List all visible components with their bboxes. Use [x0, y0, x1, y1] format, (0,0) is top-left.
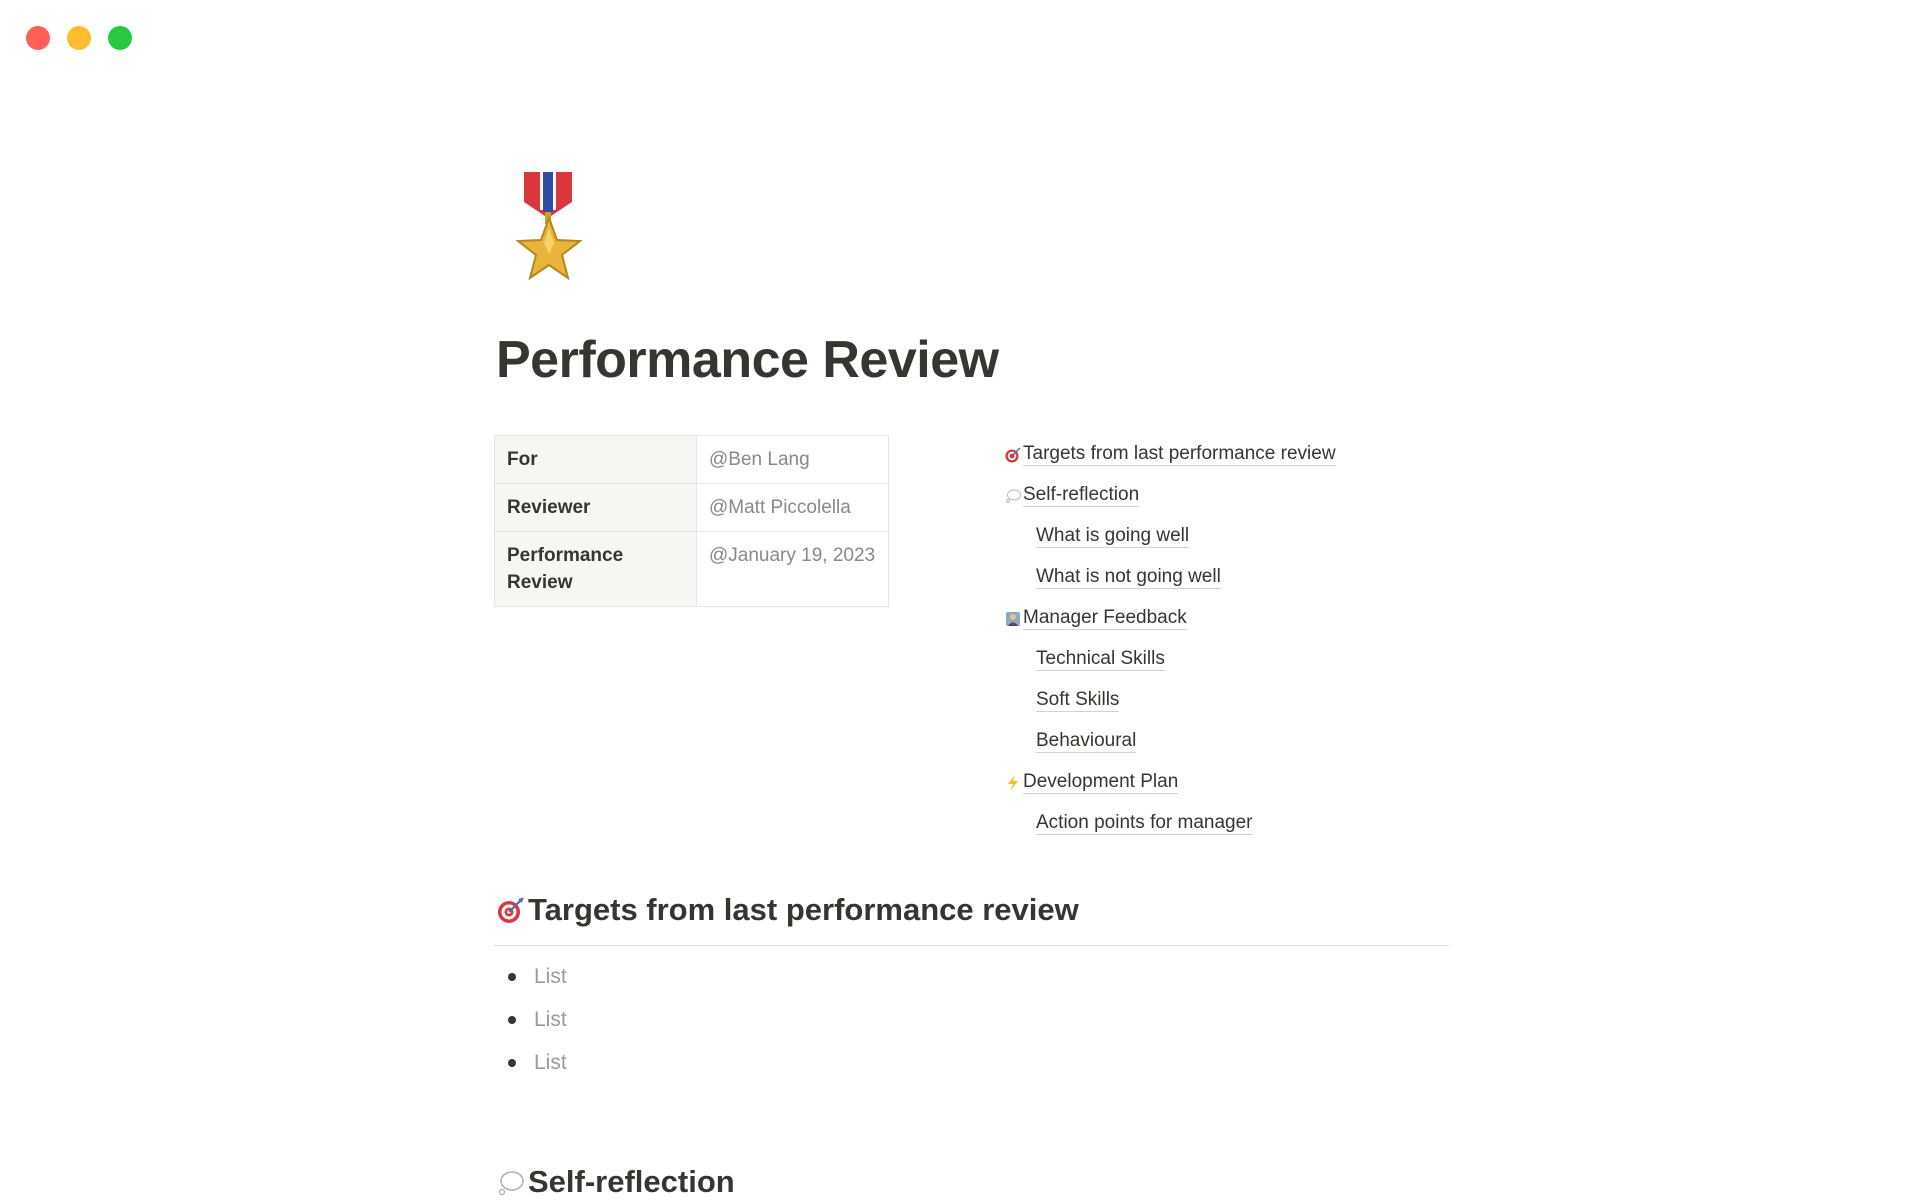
property-value[interactable]: @January 19, 2023 — [696, 531, 889, 607]
bullet-dot — [508, 1058, 516, 1067]
property-row[interactable]: Performance Review @January 19, 2023 — [494, 531, 889, 607]
section-heading-text: Targets from last performance review — [528, 892, 1079, 927]
toc-item-targets[interactable]: Targets from last performance review — [1004, 434, 1444, 475]
property-row[interactable]: Reviewer @Matt Piccolella — [494, 483, 889, 532]
bullet-dot — [508, 972, 516, 981]
property-value[interactable]: @Matt Piccolella — [696, 483, 889, 532]
section-heading-text: Self-reflection — [528, 1164, 735, 1199]
list-item[interactable]: List — [494, 998, 567, 1041]
section-heading-targets[interactable]: Targets from last performance review — [494, 888, 1449, 932]
section-heading-self-reflection[interactable]: Self-reflection — [494, 1160, 1449, 1204]
property-key: Reviewer — [494, 483, 697, 532]
minimize-window-button[interactable] — [67, 26, 91, 50]
toc-item-technical-skills[interactable]: Technical Skills — [1004, 639, 1444, 680]
properties-table: For @Ben Lang Reviewer @Matt Piccolella … — [494, 435, 889, 607]
toc-item-soft-skills[interactable]: Soft Skills — [1004, 680, 1444, 721]
close-window-button[interactable] — [26, 26, 50, 50]
window-controls — [26, 26, 132, 50]
heading-divider — [494, 945, 1449, 946]
toc-item-development-plan[interactable]: Development Plan — [1004, 762, 1444, 803]
military-medal-icon[interactable] — [515, 172, 583, 281]
toc-item-going-well[interactable]: What is going well — [1004, 516, 1444, 557]
toc-item-manager-feedback[interactable]: Manager Feedback — [1004, 598, 1444, 639]
zoom-window-button[interactable] — [108, 26, 132, 50]
toc-item-self-reflection[interactable]: Self-reflection — [1004, 475, 1444, 516]
property-row[interactable]: For @Ben Lang — [494, 435, 889, 484]
toc-item-behavioural[interactable]: Behavioural — [1004, 721, 1444, 762]
lightning-icon — [1004, 774, 1022, 792]
page-title[interactable]: Performance Review — [496, 330, 999, 390]
toc-item-action-points[interactable]: Action points for manager — [1004, 803, 1444, 844]
bullet-list: List List List — [494, 955, 567, 1084]
manager-icon — [1004, 610, 1022, 628]
toc-item-not-going-well[interactable]: What is not going well — [1004, 557, 1444, 598]
property-value[interactable]: @Ben Lang — [696, 435, 889, 484]
bullet-dot — [508, 1015, 516, 1024]
target-icon — [494, 893, 528, 927]
property-key: For — [494, 435, 697, 484]
thought-bubble-icon — [1004, 487, 1022, 505]
table-of-contents: Targets from last performance review Sel… — [1004, 434, 1444, 844]
list-item[interactable]: List — [494, 955, 567, 998]
target-icon — [1004, 446, 1022, 464]
list-item[interactable]: List — [494, 1041, 567, 1084]
thought-bubble-icon — [494, 1165, 528, 1199]
property-key: Performance Review — [494, 531, 697, 607]
